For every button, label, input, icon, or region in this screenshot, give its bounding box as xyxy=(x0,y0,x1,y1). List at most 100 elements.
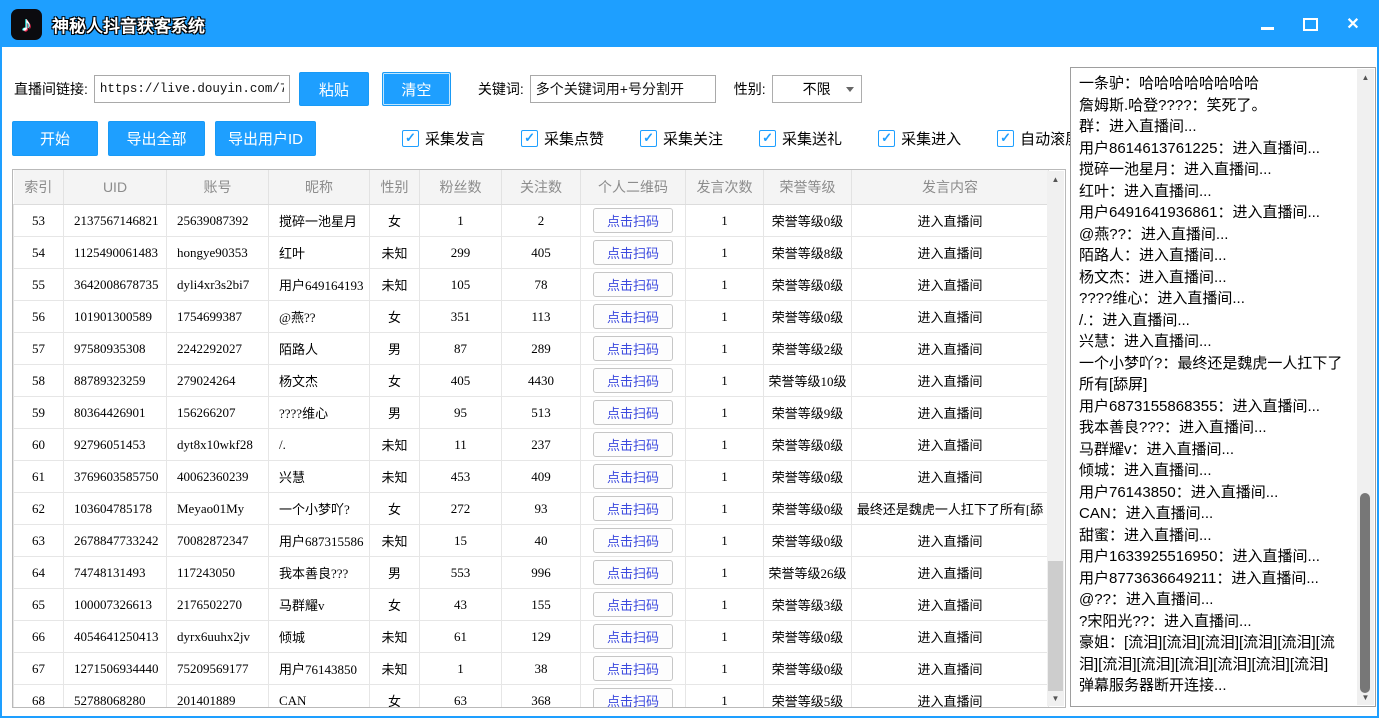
cell-speak-count: 1 xyxy=(686,269,764,301)
checkbox-checked-icon[interactable]: ✓ xyxy=(521,130,538,147)
cell-index: 56 xyxy=(14,301,64,333)
chat-scrollbar[interactable]: ▲ ▼ xyxy=(1357,69,1374,705)
cell-index: 55 xyxy=(14,269,64,301)
cell-follows: 93 xyxy=(502,493,581,525)
export-all-button[interactable]: 导出全部 xyxy=(108,121,205,156)
cell-content: 进入直播间 xyxy=(852,621,1049,653)
chat-message: 用户6491641936861：进入直播间... xyxy=(1079,202,1353,224)
checkbox-collect-follows[interactable]: ✓采集关注 xyxy=(640,128,723,149)
qr-scan-button[interactable]: 点击扫码 xyxy=(593,272,673,297)
minimize-icon[interactable] xyxy=(1259,17,1275,33)
cell-account: 201401889 xyxy=(167,685,269,709)
cell-account: 25639087392 xyxy=(167,205,269,237)
checkbox-checked-icon[interactable]: ✓ xyxy=(759,130,776,147)
table-scrollbar-thumb[interactable] xyxy=(1048,561,1063,691)
keyword-input[interactable] xyxy=(530,75,716,103)
scroll-down-icon[interactable]: ▼ xyxy=(1047,690,1064,706)
chat-message: 杨文杰：进入直播间... xyxy=(1079,267,1353,289)
qr-scan-button[interactable]: 点击扫码 xyxy=(593,688,673,708)
cell-account: hongye90353 xyxy=(167,237,269,269)
chat-scrollbar-thumb[interactable] xyxy=(1360,493,1370,693)
chat-message: 马群耀v：进入直播间... xyxy=(1079,439,1353,461)
cell-gender: 男 xyxy=(370,397,420,429)
start-button[interactable]: 开始 xyxy=(12,121,98,156)
clear-button[interactable]: 清空 xyxy=(382,72,451,106)
cell-honor: 荣誉等级0级 xyxy=(764,269,852,301)
table-scrollbar[interactable]: ▲ ▼ xyxy=(1047,171,1064,706)
chat-message: 一个小梦吖?：最终还是魏虎一人扛下了所有[舔屏] xyxy=(1079,353,1353,396)
cell-qr: 点击扫码 xyxy=(581,205,686,237)
cell-gender: 男 xyxy=(370,557,420,589)
cell-nickname: CAN xyxy=(269,685,370,709)
qr-scan-button[interactable]: 点击扫码 xyxy=(593,656,673,681)
cell-qr: 点击扫码 xyxy=(581,461,686,493)
col-speak-content: 发言内容 xyxy=(852,170,1049,205)
qr-scan-button[interactable]: 点击扫码 xyxy=(593,560,673,585)
scroll-up-icon[interactable]: ▲ xyxy=(1357,69,1374,85)
cell-qr: 点击扫码 xyxy=(581,685,686,709)
checkbox-collect-entries[interactable]: ✓采集进入 xyxy=(878,128,961,149)
chat-message: 用户8773636649211：进入直播间... xyxy=(1079,568,1353,590)
close-icon[interactable]: ✕ xyxy=(1345,17,1361,33)
cell-index: 68 xyxy=(14,685,64,709)
cell-fans: 553 xyxy=(420,557,502,589)
qr-scan-button[interactable]: 点击扫码 xyxy=(593,240,673,265)
cell-index: 62 xyxy=(14,493,64,525)
cell-uid: 2137567146821 xyxy=(64,205,167,237)
qr-scan-button[interactable]: 点击扫码 xyxy=(593,528,673,553)
cell-account: 2242292027 xyxy=(167,333,269,365)
checkbox-checked-icon[interactable]: ✓ xyxy=(997,130,1014,147)
cell-honor: 荣誉等级2级 xyxy=(764,333,852,365)
scroll-down-icon[interactable]: ▼ xyxy=(1357,689,1374,705)
qr-scan-button[interactable]: 点击扫码 xyxy=(593,304,673,329)
qr-scan-button[interactable]: 点击扫码 xyxy=(593,400,673,425)
cell-uid: 1271506934440 xyxy=(64,653,167,685)
gender-label: 性别: xyxy=(734,79,766,99)
live-link-input[interactable] xyxy=(94,75,290,103)
cell-honor: 荣誉等级26级 xyxy=(764,557,852,589)
checkbox-checked-icon[interactable]: ✓ xyxy=(640,130,657,147)
qr-scan-button[interactable]: 点击扫码 xyxy=(593,368,673,393)
cell-follows: 368 xyxy=(502,685,581,709)
cell-speak-count: 1 xyxy=(686,589,764,621)
cell-fans: 351 xyxy=(420,301,502,333)
cell-speak-count: 1 xyxy=(686,365,764,397)
checkbox-checked-icon[interactable]: ✓ xyxy=(878,130,895,147)
col-uid: UID xyxy=(64,170,167,205)
qr-scan-button[interactable]: 点击扫码 xyxy=(593,592,673,617)
chat-message-list: 一条驴：哈哈哈哈哈哈哈哈詹姆斯.哈登????：笑死了。群：进入直播间...用户8… xyxy=(1079,73,1353,702)
maximize-icon[interactable] xyxy=(1302,17,1318,33)
window-controls: ✕ xyxy=(1259,2,1361,47)
cell-qr: 点击扫码 xyxy=(581,333,686,365)
col-account: 账号 xyxy=(167,170,269,205)
cell-speak-count: 1 xyxy=(686,493,764,525)
qr-scan-button[interactable]: 点击扫码 xyxy=(593,432,673,457)
cell-uid: 88789323259 xyxy=(64,365,167,397)
paste-button[interactable]: 粘贴 xyxy=(299,72,369,106)
gender-select[interactable]: 不限 xyxy=(772,75,862,103)
checkbox-collect-comments[interactable]: ✓采集发言 xyxy=(402,128,485,149)
qr-scan-button[interactable]: 点击扫码 xyxy=(593,464,673,489)
chat-message: 豪姐：[流泪][流泪][流泪][流泪][流泪][流泪][流泪][流泪][流泪][… xyxy=(1079,632,1353,675)
cell-account: 2176502270 xyxy=(167,589,269,621)
checkbox-collect-likes[interactable]: ✓采集点赞 xyxy=(521,128,604,149)
qr-scan-button[interactable]: 点击扫码 xyxy=(593,496,673,521)
cell-uid: 101901300589 xyxy=(64,301,167,333)
col-nickname: 昵称 xyxy=(269,170,370,205)
scroll-up-icon[interactable]: ▲ xyxy=(1047,171,1064,187)
qr-scan-button[interactable]: 点击扫码 xyxy=(593,336,673,361)
table-row: 541125490061483hongye90353红叶未知299405点击扫码… xyxy=(14,237,1049,269)
qr-scan-button[interactable]: 点击扫码 xyxy=(593,624,673,649)
table-header: 索引 UID 账号 昵称 性别 粉丝数 关注数 个人二维码 发言次数 荣誉等级 … xyxy=(14,170,1049,205)
cell-gender: 女 xyxy=(370,685,420,709)
cell-uid: 52788068280 xyxy=(64,685,167,709)
cell-gender: 未知 xyxy=(370,429,420,461)
table-body: 53213756714682125639087392搅碎一池星月女12点击扫码1… xyxy=(14,205,1049,709)
checkbox-auto-scroll[interactable]: ✓自动滚屏 xyxy=(997,128,1080,149)
cell-follows: 513 xyxy=(502,397,581,429)
cell-nickname: 搅碎一池星月 xyxy=(269,205,370,237)
checkbox-collect-gifts[interactable]: ✓采集送礼 xyxy=(759,128,842,149)
qr-scan-button[interactable]: 点击扫码 xyxy=(593,208,673,233)
export-userid-button[interactable]: 导出用户ID xyxy=(215,121,316,156)
checkbox-checked-icon[interactable]: ✓ xyxy=(402,130,419,147)
